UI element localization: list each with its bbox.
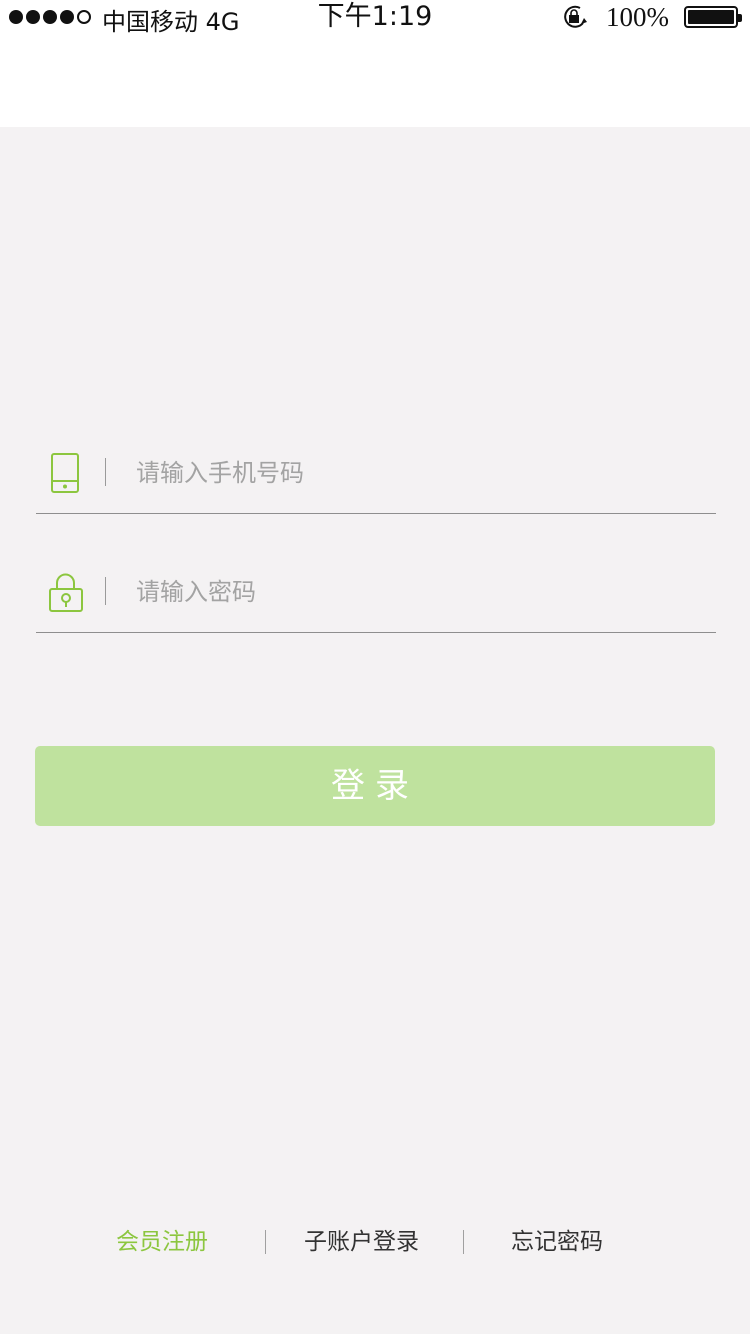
forgot-password-link[interactable]: 忘记密码	[511, 1222, 603, 1262]
footer-divider	[265, 1230, 266, 1254]
footer-divider	[463, 1230, 464, 1254]
phone-number-input[interactable]	[136, 452, 696, 494]
field-divider	[105, 458, 106, 486]
battery-icon	[684, 6, 742, 28]
battery-percentage: 100%	[606, 2, 669, 32]
register-link[interactable]: 会员注册	[116, 1222, 208, 1262]
password-row	[36, 559, 716, 633]
battery-tip	[738, 14, 742, 22]
phone-icon	[51, 453, 79, 493]
field-divider	[105, 577, 106, 605]
login-button[interactable]: 登录	[35, 746, 715, 826]
phone-row	[36, 440, 716, 514]
footer-links: 会员注册 子账户登录 忘记密码	[0, 1222, 750, 1262]
sub-account-login-link[interactable]: 子账户登录	[304, 1222, 419, 1262]
lock-icon	[49, 573, 83, 612]
battery-fill	[688, 10, 734, 24]
header-bar: 中国移动 4G 下午1:19 100%	[0, 0, 750, 127]
status-bar: 中国移动 4G 下午1:19 100%	[0, 0, 750, 36]
password-input[interactable]	[136, 571, 696, 613]
rotation-lock-icon	[564, 5, 587, 28]
